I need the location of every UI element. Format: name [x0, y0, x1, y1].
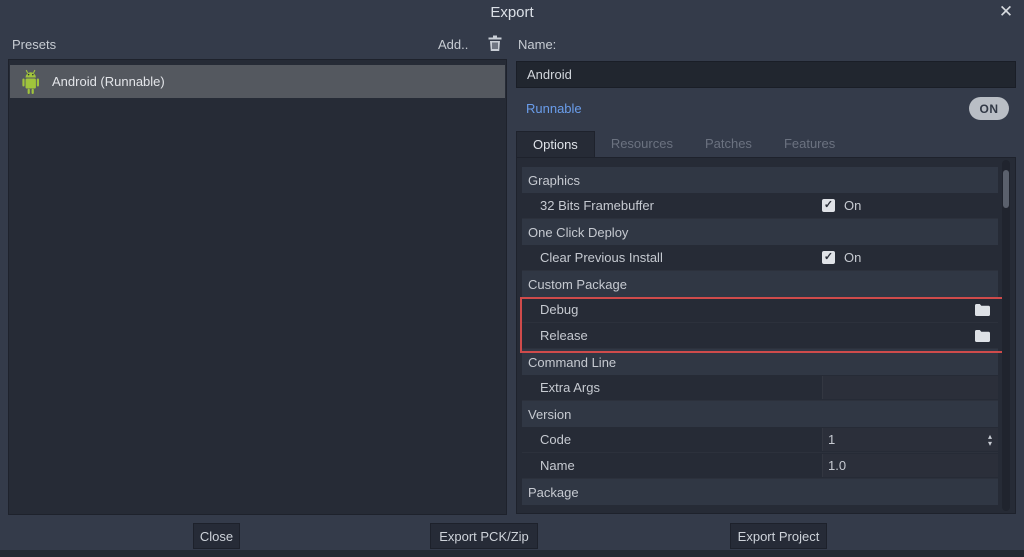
name-input[interactable]: [516, 61, 1016, 88]
option-row-clear-previous-install[interactable]: Clear Previous Install ✓ On: [522, 245, 998, 271]
option-label: Name: [540, 458, 575, 473]
trash-icon: [487, 35, 503, 52]
option-label: 32 Bits Framebuffer: [540, 198, 654, 213]
option-value: [822, 298, 998, 321]
preset-item-label: Android (Runnable): [52, 74, 165, 89]
option-label: Release: [540, 328, 588, 343]
option-row-debug[interactable]: Debug: [522, 297, 998, 323]
close-button[interactable]: Close: [193, 523, 240, 549]
option-value[interactable]: 1: [822, 428, 998, 451]
add-preset-button[interactable]: Add..: [438, 37, 468, 52]
android-icon: [19, 69, 42, 95]
checkbox-icon[interactable]: ✓: [822, 199, 835, 212]
checkbox-state-label: On: [842, 250, 861, 265]
option-label: Code: [540, 432, 571, 447]
option-label: Package: [528, 485, 579, 500]
option-value[interactable]: ✓ On: [822, 194, 998, 217]
options-panel: Graphics 32 Bits Framebuffer ✓ On One Click …: [516, 157, 1016, 514]
tab-features[interactable]: Features: [768, 131, 851, 157]
option-label: Version: [528, 407, 571, 422]
option-row-name[interactable]: Name 1.0: [522, 453, 998, 479]
delete-preset-button[interactable]: [487, 35, 504, 52]
scrollbar-thumb[interactable]: [1003, 170, 1009, 208]
option-section-package: Package: [522, 479, 998, 505]
option-value[interactable]: ✓ On: [822, 246, 998, 269]
export-pck-zip-button[interactable]: Export PCK/Zip: [430, 523, 538, 549]
option-section-graphics: Graphics: [522, 167, 998, 193]
option-row-code[interactable]: Code 1 ▴▾: [522, 427, 998, 453]
export-dialog: Export ✕ Presets Add.. Name:: [0, 0, 1024, 557]
folder-icon[interactable]: [975, 330, 990, 342]
export-project-button[interactable]: Export Project: [730, 523, 827, 549]
option-label: Debug: [540, 302, 578, 317]
option-value[interactable]: [822, 376, 998, 399]
option-label: Command Line: [528, 355, 616, 370]
dialog-title: Export: [0, 4, 1024, 21]
tab-options[interactable]: Options: [516, 131, 595, 157]
option-value-text: 1.0: [826, 458, 846, 473]
checkbox-icon[interactable]: ✓: [822, 251, 835, 264]
checkbox-state-label: On: [842, 198, 861, 213]
name-header: Name:: [518, 37, 556, 52]
close-icon[interactable]: ✕: [996, 2, 1016, 22]
options-rows: Graphics 32 Bits Framebuffer ✓ On One Click …: [522, 167, 998, 505]
folder-icon[interactable]: [975, 304, 990, 316]
option-label: Custom Package: [528, 277, 627, 292]
preset-item-android[interactable]: Android (Runnable): [10, 65, 505, 98]
option-section-version: Version: [522, 401, 998, 427]
runnable-toggle[interactable]: ON: [969, 97, 1009, 120]
option-row-release[interactable]: Release: [522, 323, 998, 349]
option-section-command-line: Command Line: [522, 349, 998, 375]
option-row-32-bits-framebuffer[interactable]: 32 Bits Framebuffer ✓ On: [522, 193, 998, 219]
presets-header: Presets: [12, 37, 56, 52]
runnable-label: Runnable: [526, 101, 582, 116]
option-section-one-click-deploy: One Click Deploy: [522, 219, 998, 245]
option-value[interactable]: 1.0: [822, 454, 998, 477]
option-value-text: 1: [826, 432, 835, 447]
option-label: Extra Args: [540, 380, 600, 395]
option-section-custom-package: Custom Package: [522, 271, 998, 297]
option-row-extra-args[interactable]: Extra Args: [522, 375, 998, 401]
option-label: Graphics: [528, 173, 580, 188]
option-label: One Click Deploy: [528, 225, 628, 240]
tab-bar: Options Resources Patches Features: [516, 131, 851, 157]
tab-resources[interactable]: Resources: [595, 131, 689, 157]
tab-patches[interactable]: Patches: [689, 131, 768, 157]
option-value: [822, 324, 998, 347]
presets-list[interactable]: Android (Runnable): [8, 59, 507, 515]
window-bottom-edge: [0, 550, 1024, 557]
spinner-updown-icon[interactable]: ▴▾: [988, 427, 992, 452]
option-label: Clear Previous Install: [540, 250, 663, 265]
options-scrollbar[interactable]: [1002, 160, 1010, 511]
